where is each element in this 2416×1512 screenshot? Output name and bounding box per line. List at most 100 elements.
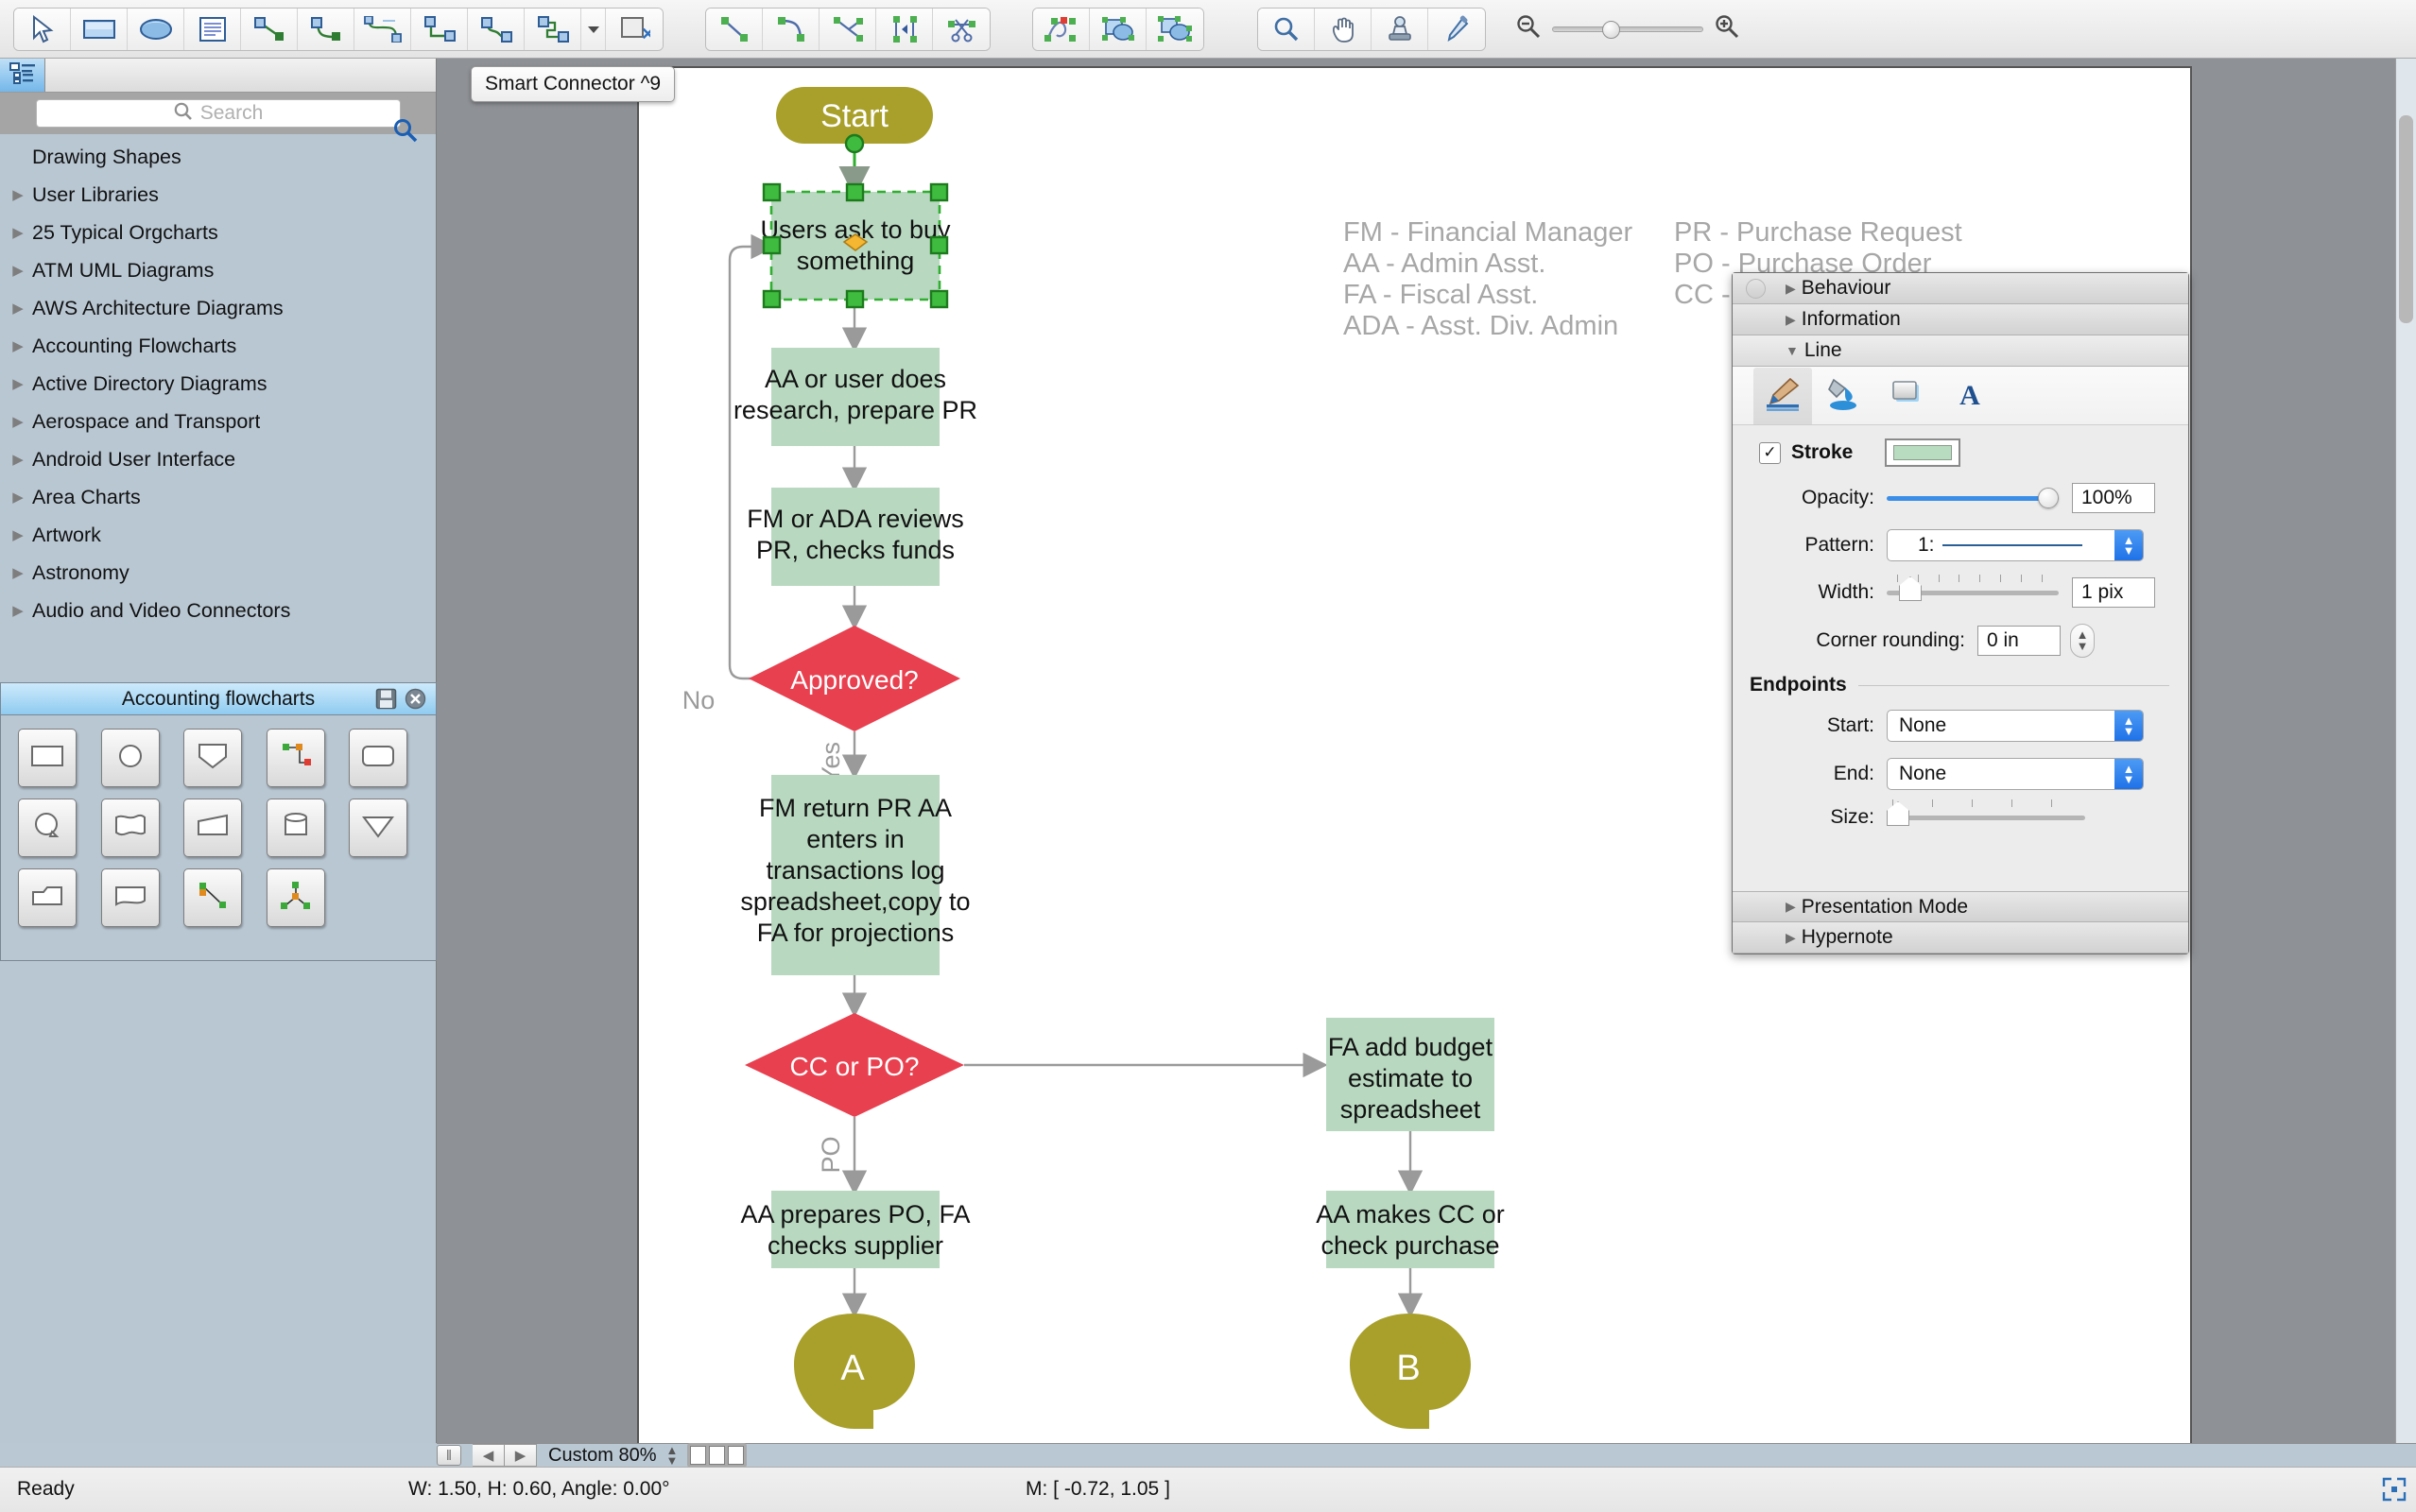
stencil-shape-connector-dots[interactable] — [266, 729, 325, 787]
sidebar-item-25-typical-orgcharts[interactable]: ▶ 25 Typical Orgcharts — [0, 214, 436, 251]
inspector-section-behaviour[interactable]: ▶ Behaviour — [1733, 273, 2188, 304]
stencil-shape-branch-connector[interactable] — [266, 868, 325, 927]
view-mode-grid[interactable] — [728, 1446, 745, 1465]
zoom-level-stepper[interactable]: ▲ ▼ — [666, 1444, 679, 1467]
disclosure-triangle-icon[interactable]: ▶ — [8, 528, 28, 542]
size-slider[interactable] — [1887, 799, 2085, 826]
stencil-shape-magnify[interactable] — [18, 799, 77, 857]
disclosure-triangle-icon[interactable]: ▶ — [8, 415, 28, 429]
sidebar-item-android-user-interface[interactable]: ▶ Android User Interface — [0, 440, 436, 478]
sidebar-item-active-directory-diagrams[interactable]: ▶ Active Directory Diagrams — [0, 365, 436, 403]
text-tool-button[interactable] — [184, 8, 241, 50]
disclosure-triangle-icon[interactable]: ▶ — [8, 226, 28, 240]
node-ccpo[interactable]: CC or PO? — [745, 1013, 964, 1117]
arc-connector-tool-button[interactable] — [468, 8, 525, 50]
sidebar-search-toggle[interactable] — [383, 113, 428, 147]
group-shapes-button[interactable] — [1147, 8, 1203, 50]
width-slider[interactable] — [1887, 575, 2059, 601]
sidebar-item-audio-and-video-connectors[interactable]: ▶ Audio and Video Connectors — [0, 592, 436, 629]
save-icon[interactable] — [375, 688, 397, 714]
horizontal-scroll-thumb[interactable]: ‖ — [437, 1445, 461, 1466]
stencil-shape-triangle-down[interactable] — [349, 799, 408, 857]
node-offpage-b[interactable]: B — [1350, 1314, 1471, 1429]
previous-page-button[interactable]: ◀ — [473, 1444, 505, 1467]
corner-rounding-stepper[interactable]: ▲ ▼ — [2070, 624, 2095, 658]
rectangle-tool-button[interactable] — [71, 8, 128, 50]
pattern-stepper[interactable]: ▲ ▼ — [2114, 530, 2143, 560]
sidebar-item-artwork[interactable]: ▶ Artwork — [0, 516, 436, 554]
disclosure-triangle-icon[interactable]: ▶ — [8, 301, 28, 316]
end-endpoint-stepper[interactable]: ▲ ▼ — [2114, 759, 2143, 789]
disclosure-triangle-icon[interactable]: ▶ — [8, 490, 28, 505]
disclosure-triangle-icon[interactable]: ▶ — [8, 604, 28, 618]
library-tree-tab[interactable] — [0, 59, 45, 92]
stencil-shape-cylinder[interactable] — [266, 799, 325, 857]
segment-corner-button[interactable] — [820, 8, 876, 50]
inspector-section-hypernote[interactable]: ▶ Hypernote — [1733, 922, 2188, 954]
pattern-select[interactable]: 1: ▲ ▼ — [1887, 529, 2144, 561]
node-approved[interactable]: Approved? — [749, 626, 960, 731]
zoom-tool-button[interactable] — [1258, 8, 1315, 50]
edit-points-button[interactable] — [1033, 8, 1090, 50]
view-mode-buttons[interactable] — [687, 1443, 748, 1468]
vertical-scroll-thumb[interactable] — [2399, 115, 2413, 323]
view-mode-double[interactable] — [709, 1446, 726, 1465]
inspector-section-presentation-mode[interactable]: ▶ Presentation Mode — [1733, 891, 2188, 922]
disclosure-triangle-icon[interactable]: ▶ — [8, 377, 28, 391]
node-reviews[interactable]: FM or ADA reviews PR, checks funds — [747, 488, 964, 586]
smart-connector-tool-button[interactable] — [354, 8, 411, 50]
view-mode-single[interactable] — [690, 1446, 707, 1465]
stencil-shape-tab-rect[interactable] — [18, 868, 77, 927]
sidebar-item-aws-architecture-diagrams[interactable]: ▶ AWS Architecture Diagrams — [0, 289, 436, 327]
split-path-button[interactable] — [876, 8, 933, 50]
start-endpoint-select[interactable]: None ▲ ▼ — [1887, 710, 2144, 742]
hand-tool-button[interactable] — [1315, 8, 1372, 50]
zoom-level-label[interactable]: Custom 80% — [548, 1445, 657, 1467]
stroke-checkbox[interactable]: ✓ — [1759, 441, 1781, 464]
sidebar-item-user-libraries[interactable]: ▶ User Libraries — [0, 176, 436, 214]
resize-grip-icon[interactable] — [2378, 1473, 2410, 1505]
routed-connector-tool-button[interactable] — [525, 8, 581, 50]
stamp-tool-button[interactable] — [1372, 8, 1428, 50]
search-input[interactable]: Search — [35, 99, 401, 128]
stencil-shape-trapezoid-right[interactable] — [183, 799, 243, 857]
sidebar-item-atm-uml-diagrams[interactable]: ▶ ATM UML Diagrams — [0, 251, 436, 289]
stencil-shape-wave-doc[interactable] — [100, 799, 160, 857]
zoom-slider-knob[interactable] — [1602, 20, 1620, 39]
sidebar-item-area-charts[interactable]: ▶ Area Charts — [0, 478, 436, 516]
node-budget[interactable]: FA add budget estimate to spreadsheet — [1326, 1018, 1494, 1131]
tab-stroke[interactable] — [1753, 367, 1812, 424]
stencil-panel-header[interactable]: Accounting flowcharts — [1, 683, 436, 715]
stencil-shape-pentagon-down[interactable] — [183, 729, 243, 787]
corner-rounding-value[interactable]: 0 in — [1977, 626, 2061, 656]
disclosure-triangle-icon[interactable]: ▶ — [8, 339, 28, 353]
disclosure-triangle-icon[interactable]: ▶ — [8, 264, 28, 278]
stroke-color-swatch[interactable] — [1885, 438, 1961, 467]
sidebar-item-accounting-flowcharts[interactable]: ▶ Accounting Flowcharts — [0, 327, 436, 365]
tab-shadow[interactable] — [1878, 368, 1937, 424]
tab-fill[interactable] — [1816, 368, 1874, 424]
zoom-out-icon[interactable] — [1514, 13, 1543, 44]
ellipse-tool-button[interactable] — [128, 8, 184, 50]
opacity-value[interactable]: 100% — [2072, 483, 2155, 513]
segment-line-button[interactable] — [706, 8, 763, 50]
node-research[interactable]: AA or user does research, prepare PR — [733, 348, 977, 446]
tab-font[interactable]: A — [1941, 368, 1999, 424]
disclosure-triangle-icon[interactable]: ▶ — [8, 566, 28, 580]
sidebar-item-drawing-shapes[interactable]: ▶Drawing Shapes — [0, 138, 436, 176]
connector-menu-button[interactable] — [581, 8, 606, 50]
width-value[interactable]: 1 pix — [2072, 577, 2155, 608]
sidebar-item-astronomy[interactable]: ▶ Astronomy — [0, 554, 436, 592]
disclosure-triangle-icon[interactable]: ▶ — [8, 453, 28, 467]
curve-connector-tool-button[interactable] — [298, 8, 354, 50]
stencil-shape-rounded-rect[interactable] — [349, 729, 408, 787]
elbow-connector-tool-button[interactable] — [411, 8, 468, 50]
node-return[interactable]: FM return PR AA enters in transactions l… — [740, 775, 971, 975]
node-preppo[interactable]: AA prepares PO, FA checks supplier — [740, 1191, 971, 1268]
opacity-slider[interactable] — [1887, 488, 2059, 508]
vertical-scrollbar[interactable] — [2395, 59, 2416, 1443]
sidebar-item-aerospace-and-transport[interactable]: ▶ Aerospace and Transport — [0, 403, 436, 440]
stencil-shape-diagonal-line[interactable] — [183, 868, 243, 927]
stencil-shape-card[interactable] — [100, 868, 160, 927]
line-connector-tool-button[interactable] — [241, 8, 298, 50]
